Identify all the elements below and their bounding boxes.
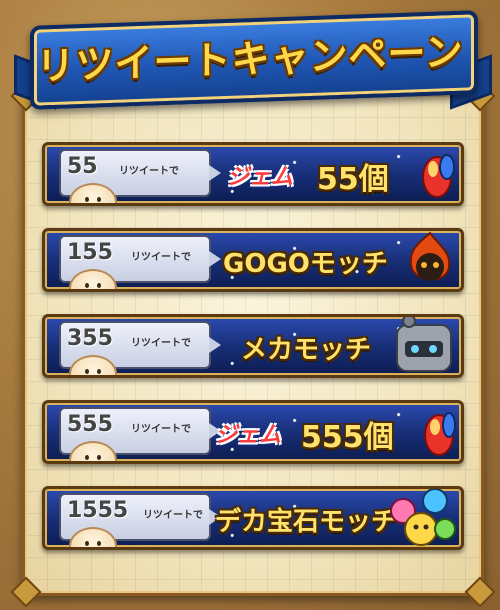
reward-row-3: 355 リツイートで メカモッチ	[42, 314, 464, 378]
reward-text: メカモッチ	[241, 335, 372, 365]
retweet-count: 55	[67, 154, 98, 179]
reward-row-5: 1555 リツイートで デカ宝石モッチ	[42, 486, 464, 550]
gem-icon	[422, 154, 455, 198]
robot-mochi-icon	[396, 317, 452, 372]
retweet-suffix: リツイートで	[143, 510, 203, 521]
gem-label: ジェム	[227, 165, 294, 190]
fire-mochi-icon	[409, 231, 451, 281]
retweet-count: 355	[67, 326, 113, 351]
gem-icon	[424, 412, 456, 456]
retweet-suffix: リツイートで	[131, 424, 191, 435]
retweet-suffix: リツイートで	[131, 338, 191, 349]
reward-text: GOGOモッチ	[223, 249, 388, 279]
retweet-count: 555	[67, 412, 113, 437]
retweet-count: 1555	[67, 498, 129, 523]
corner-ornament	[10, 576, 42, 608]
reward-text: 555個	[301, 420, 394, 455]
reward-row-1: 55 リツイートで ジェム 55個	[42, 142, 464, 206]
retweet-suffix: リツイートで	[131, 252, 191, 263]
reward-text: 55個	[317, 162, 389, 197]
reward-text: デカ宝石モッチ	[215, 507, 398, 537]
reward-row-2: 155 リツイートで GOGOモッチ	[42, 228, 464, 292]
retweet-suffix: リツイートで	[119, 166, 179, 177]
jewel-mochi-icon	[390, 489, 456, 546]
corner-ornament	[464, 576, 496, 608]
gem-label: ジェム	[215, 423, 282, 448]
retweet-count: 155	[67, 240, 113, 265]
reward-row-4: 555 リツイートで ジェム 555個	[42, 400, 464, 464]
